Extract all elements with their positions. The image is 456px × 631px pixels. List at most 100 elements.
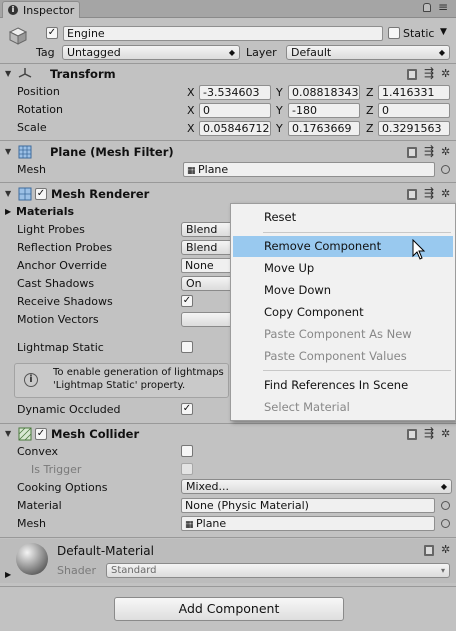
lock-icon[interactable] [423,3,431,12]
gear-icon[interactable]: ✲ [441,188,451,199]
receive-shadows-label: Receive Shadows [17,295,113,308]
axis-y-label[interactable]: Y [276,86,283,99]
menu-item-move-up[interactable]: Move Up [233,258,453,279]
position-x-field[interactable]: -3.534603 [199,85,271,100]
axis-z-label[interactable]: Z [366,104,374,117]
transform-header[interactable]: ▼ Transform ⇶ ✲ [0,65,456,84]
divider [0,423,456,424]
position-z-field[interactable]: 1.416331 [378,85,450,100]
help-book-icon[interactable] [407,189,417,200]
menu-separator [263,370,451,371]
chevron-icon: ◆ [440,482,447,491]
gameobject-cube-icon [8,26,28,46]
material-name: Default-Material [57,544,154,558]
info-icon: i [8,5,18,15]
preset-icon[interactable]: ⇶ [424,187,434,199]
gameobject-name-field[interactable]: Engine [63,26,383,41]
menu-item-copy-component[interactable]: Copy Component [233,302,453,323]
motion-vectors-label: Motion Vectors [17,313,99,326]
rotation-x-field[interactable]: 0 [199,103,271,118]
help-book-icon[interactable] [424,545,434,556]
gear-icon[interactable]: ✲ [441,428,451,439]
anchor-override-label: Anchor Override [17,259,107,272]
preset-icon[interactable]: ⇶ [424,67,434,79]
convex-checkbox[interactable] [181,445,193,457]
axis-x-label[interactable]: X [187,104,195,117]
tag-dropdown[interactable]: Untagged ◆ [62,45,240,60]
layer-dropdown[interactable]: Default ◆ [286,45,450,60]
position-y-field[interactable]: 0.08818343 [288,85,360,100]
gameobject-active-checkbox[interactable]: ✓ [46,27,58,39]
mesh-collider-enabled-checkbox[interactable]: ✓ [35,428,47,440]
gear-icon[interactable]: ✲ [441,68,451,79]
preset-icon[interactable]: ⇶ [424,427,434,439]
dynamic-occluded-checkbox[interactable]: ✓ [181,403,193,415]
divider [0,63,456,64]
help-book-icon[interactable] [407,147,417,158]
collider-mesh-value: Plane [196,517,227,530]
chevron-icon: ◆ [438,48,445,57]
inspector-tab-label: Inspector [23,4,75,17]
divider [0,140,456,141]
receive-shadows-checkbox[interactable]: ✓ [181,295,193,307]
lightmap-static-checkbox[interactable] [181,341,193,353]
tab-menu-icon[interactable]: ≡ [438,0,448,14]
mesh-object-field[interactable]: ▦ Plane [183,162,435,177]
axis-y-label[interactable]: Y [276,104,283,117]
foldout-arrow-icon[interactable]: ▼ [5,429,11,438]
scale-x-field[interactable]: 0.05846712 [199,121,271,136]
foldout-arrow-icon[interactable]: ▼ [5,147,11,156]
preset-icon[interactable]: ⇶ [424,145,434,157]
mesh-filter-header[interactable]: ▼ Plane (Mesh Filter) ⇶ ✲ [0,143,456,162]
cooking-options-dropdown[interactable]: Mixed... ◆ [181,479,452,494]
is-trigger-label: Is Trigger [31,463,82,476]
materials-label[interactable]: Materials [16,205,74,218]
material-foldout-icon[interactable]: ▶ [5,570,11,579]
tag-value: Untagged [67,46,121,59]
collider-mesh-label: Mesh [17,517,46,530]
rotation-z-field[interactable]: 0 [378,103,450,118]
is-trigger-checkbox [181,463,193,475]
foldout-arrow-icon[interactable]: ▼ [5,189,11,198]
gear-icon[interactable]: ✲ [441,544,451,555]
add-component-button[interactable]: Add Component [114,597,344,621]
inspector-tab[interactable]: i Inspector [2,1,80,18]
menu-item-reset[interactable]: Reset [233,207,453,228]
scale-z-field[interactable]: 0.3291563 [378,121,450,136]
axis-x-label[interactable]: X [187,86,195,99]
help-book-icon[interactable] [407,429,417,440]
layer-value: Default [291,46,332,59]
foldout-arrow-icon[interactable]: ▼ [5,69,11,78]
physic-material-field[interactable]: None (Physic Material) [181,498,435,513]
mesh-grid-icon: ▦ [185,520,194,530]
static-dropdown-arrow-icon[interactable]: ▼ [440,27,447,37]
axis-x-label[interactable]: X [187,122,195,135]
shader-dropdown[interactable]: Standard ▾ [106,563,450,578]
object-picker-icon[interactable] [441,519,450,528]
mesh-collider-header[interactable]: ▼ ✓ Mesh Collider ⇶ ✲ [0,425,456,444]
object-picker-icon[interactable] [441,165,450,174]
rotation-y-field[interactable]: -180 [288,103,360,118]
mesh-renderer-header[interactable]: ▼ ✓ Mesh Renderer ⇶ ✲ [0,185,456,204]
materials-foldout-icon[interactable]: ▶ [5,207,11,216]
transform-title: Transform [50,67,116,81]
scale-y-field[interactable]: 0.1763669 [288,121,360,136]
gear-icon[interactable]: ✲ [441,146,451,157]
menu-item-paste-component-values: Paste Component Values [264,349,407,363]
axis-z-label[interactable]: Z [366,122,374,135]
window-tab-bar: i Inspector ≡ [0,0,456,18]
mesh-renderer-enabled-checkbox[interactable]: ✓ [35,188,47,200]
static-checkbox[interactable] [388,27,400,39]
object-picker-icon[interactable] [441,501,450,510]
mesh-filter-icon [18,145,32,159]
menu-item-find-references-in-scene[interactable]: Find References In Scene [233,375,453,396]
axis-y-label[interactable]: Y [276,122,283,135]
material-sphere-preview-icon [16,543,48,575]
menu-item-move-down[interactable]: Move Down [233,280,453,301]
help-book-icon[interactable] [407,69,417,80]
chevron-icon: ▾ [440,566,445,575]
axis-z-label[interactable]: Z [366,86,374,99]
info-help-box: i To enable generation of lightmaps 'Lig… [14,363,229,398]
collider-mesh-field[interactable]: ▦ Plane [181,516,435,531]
shader-value: Standard [111,565,157,576]
